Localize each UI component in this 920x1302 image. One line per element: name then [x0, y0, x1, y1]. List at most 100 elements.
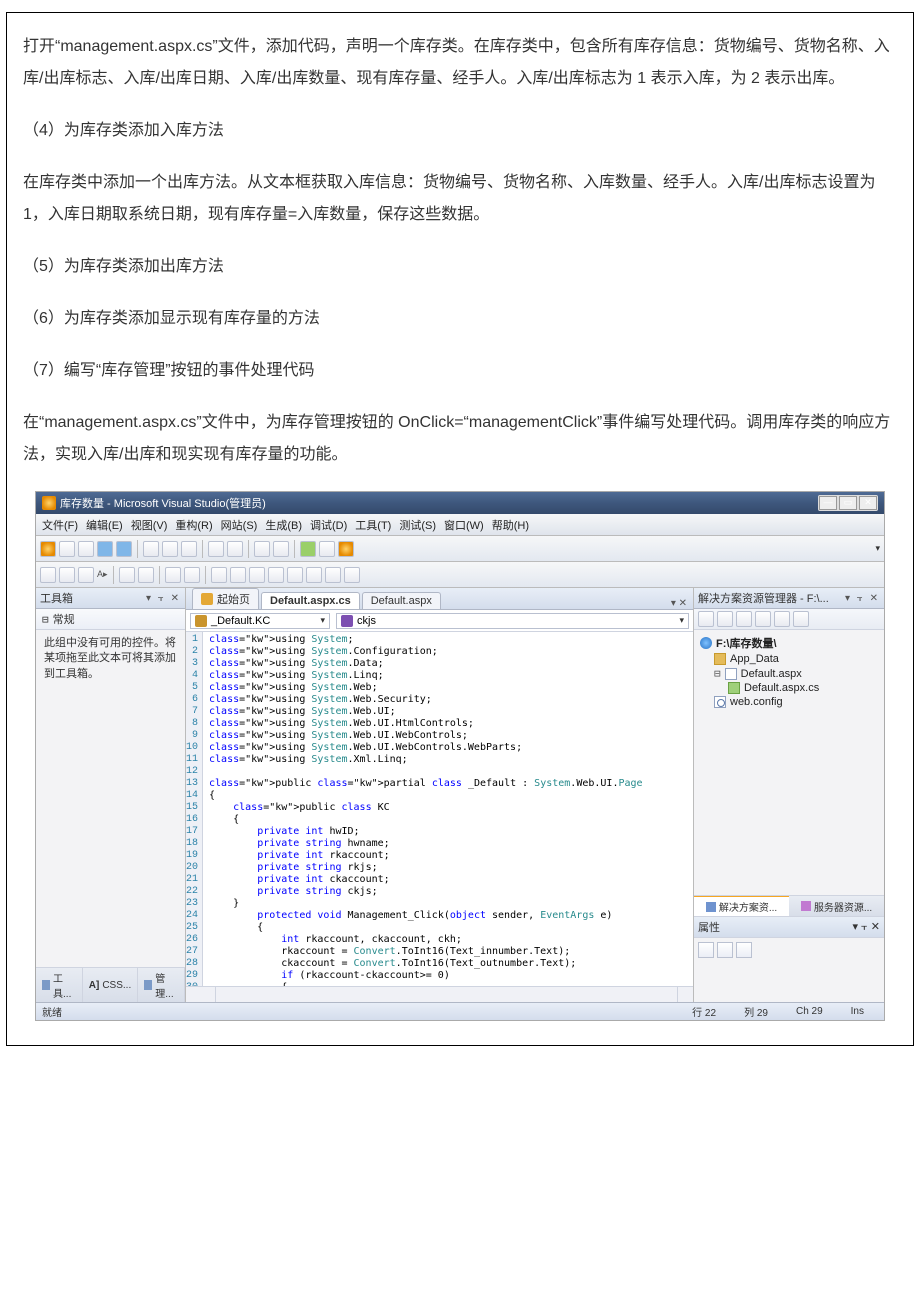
collapse-icon[interactable]: ⊟ — [42, 613, 49, 626]
code-lines[interactable]: class="kw">using System; class="kw">usin… — [203, 632, 693, 986]
tab-default-cs[interactable]: Default.aspx.cs — [261, 592, 360, 609]
solution-explorer-header[interactable]: 解决方案资源管理器 - F:\... ▾ ⫟ ✕ — [694, 588, 884, 609]
properties-icon[interactable] — [698, 611, 714, 627]
properties-pin-controls[interactable]: ▾ ⫟ ✕ — [852, 920, 880, 934]
redo-icon[interactable] — [227, 541, 243, 557]
toolbar-dropdown-icon[interactable]: ▾ — [875, 543, 880, 554]
new-project-icon[interactable] — [40, 541, 56, 557]
alphabetical-icon[interactable] — [717, 942, 733, 958]
find-icon[interactable] — [338, 541, 354, 557]
menu-debug[interactable]: 调试(D) — [310, 517, 347, 533]
copy-icon[interactable] — [162, 541, 178, 557]
solution-tree[interactable]: F:\库存数量\ App_Data ⊟ Default.aspx Default… — [694, 630, 884, 895]
menu-edit[interactable]: 编辑(E) — [86, 517, 123, 533]
document-tab-strip[interactable]: 起始页 Default.aspx.cs Default.aspx ▾ ✕ — [186, 588, 693, 610]
chevron-down-icon[interactable]: ▾ — [320, 615, 325, 626]
menu-view[interactable]: 视图(V) — [131, 517, 168, 533]
indent-icon[interactable] — [138, 567, 154, 583]
menu-tools[interactable]: 工具(T) — [355, 517, 391, 533]
toolbox-panel[interactable]: 工具箱 ▾ ⫟ ✕ ⊟ 常规 此组中没有可用的控件。将某项拖至此文本可将其添加到… — [36, 588, 186, 1002]
status-ins: Ins — [837, 1006, 878, 1017]
copy-website-icon[interactable] — [793, 611, 809, 627]
default-aspx-cs-node[interactable]: Default.aspx.cs — [700, 681, 878, 695]
tab-start-page[interactable]: 起始页 — [192, 588, 259, 609]
save-all-icon[interactable] — [116, 541, 132, 557]
solution-explorer-panel[interactable]: 解决方案资源管理器 - F:\... ▾ ⫟ ✕ F:\库存数量\ — [694, 588, 884, 1002]
add-item-icon[interactable] — [78, 541, 94, 557]
view-code-icon[interactable] — [774, 611, 790, 627]
code-text-area[interactable]: 1 2 3 4 5 6 7 8 9 10 11 12 13 14 15 16 1… — [186, 632, 693, 986]
stop-icon[interactable] — [319, 541, 335, 557]
menu-help[interactable]: 帮助(H) — [492, 517, 529, 533]
cut-icon[interactable] — [143, 541, 159, 557]
properties-header[interactable]: 属性 ▾ ⫟ ✕ — [694, 916, 884, 938]
tb-icon[interactable] — [249, 567, 265, 583]
window-controls[interactable]: — ▭ ✕ — [818, 495, 878, 511]
left-tab-manage[interactable]: 管理... — [138, 968, 185, 1002]
outdent-icon[interactable] — [119, 567, 135, 583]
categorized-icon[interactable] — [698, 942, 714, 958]
default-aspx-node[interactable]: ⊟ Default.aspx — [700, 666, 878, 681]
uncomment-icon[interactable] — [184, 567, 200, 583]
solution-explorer-toolbar[interactable] — [694, 609, 884, 630]
tb-icon[interactable] — [325, 567, 341, 583]
project-root-label: F:\库存数量\ — [716, 635, 777, 651]
toolbox-header[interactable]: 工具箱 ▾ ⫟ ✕ — [36, 588, 185, 609]
navigation-bar[interactable]: _Default.KC ▾ ckjs ▾ — [186, 610, 693, 632]
window-titlebar[interactable]: 库存数量 - Microsoft Visual Studio(管理员) — ▭ … — [36, 492, 884, 514]
nav-forward-icon[interactable] — [273, 541, 289, 557]
menu-build[interactable]: 生成(B) — [265, 517, 302, 533]
nav-back-icon[interactable] — [254, 541, 270, 557]
tb-icon[interactable] — [230, 567, 246, 583]
undo-icon[interactable] — [208, 541, 224, 557]
app-data-node[interactable]: App_Data — [700, 652, 878, 666]
minimize-button[interactable]: — — [819, 496, 837, 510]
toolbox-general-group[interactable]: ⊟ 常规 — [36, 609, 185, 630]
properties-toolbar[interactable] — [694, 938, 884, 962]
start-debug-icon[interactable] — [300, 541, 316, 557]
text-editor-toolbar[interactable]: A▸ — [36, 562, 884, 588]
maximize-button[interactable]: ▭ — [839, 496, 857, 510]
menu-website[interactable]: 网站(S) — [221, 517, 258, 533]
menu-file[interactable]: 文件(F) — [42, 517, 78, 533]
tab-solution-explorer[interactable]: 解决方案资... — [694, 896, 789, 916]
toolbox-pin-controls[interactable]: ▾ ⫟ ✕ — [146, 593, 181, 604]
menu-window[interactable]: 窗口(W) — [444, 517, 484, 533]
nest-icon[interactable] — [736, 611, 752, 627]
standard-toolbar[interactable]: ▾ — [36, 536, 884, 562]
tb-icon[interactable] — [78, 567, 94, 583]
paste-icon[interactable] — [181, 541, 197, 557]
web-config-node[interactable]: web.config — [700, 695, 878, 709]
tb-icon[interactable] — [287, 567, 303, 583]
expand-icon[interactable]: ⊟ — [714, 667, 721, 680]
project-root-node[interactable]: F:\库存数量\ — [700, 634, 878, 652]
member-selector[interactable]: ckjs ▾ — [336, 613, 689, 629]
menu-refactor[interactable]: 重构(R) — [175, 517, 212, 533]
tab-strip-controls[interactable]: ▾ ✕ — [671, 598, 687, 609]
left-tab-toolbox[interactable]: 工具... — [36, 968, 83, 1002]
right-lower-tab-strip[interactable]: 解决方案资... 服务器资源... — [694, 895, 884, 916]
tab-server-explorer[interactable]: 服务器资源... — [789, 896, 884, 916]
tab-default-aspx[interactable]: Default.aspx — [362, 592, 441, 609]
tb-icon[interactable] — [40, 567, 56, 583]
tb-icon[interactable] — [268, 567, 284, 583]
left-bottom-tab-strip[interactable]: 工具... A]CSS... 管理... — [36, 967, 185, 1002]
open-icon[interactable] — [59, 541, 75, 557]
horizontal-scrollbar[interactable] — [216, 987, 677, 1002]
refresh-icon[interactable] — [717, 611, 733, 627]
tb-icon[interactable] — [344, 567, 360, 583]
tb-icon[interactable] — [306, 567, 322, 583]
solution-explorer-pin-controls[interactable]: ▾ ⫟ ✕ — [845, 593, 880, 604]
chevron-down-icon[interactable]: ▾ — [679, 615, 684, 626]
left-tab-css[interactable]: A]CSS... — [83, 968, 138, 1002]
menu-test[interactable]: 测试(S) — [399, 517, 436, 533]
show-all-icon[interactable] — [755, 611, 771, 627]
bookmark-icon[interactable] — [211, 567, 227, 583]
tb-icon[interactable] — [59, 567, 75, 583]
class-selector[interactable]: _Default.KC ▾ — [190, 613, 330, 629]
close-button[interactable]: ✕ — [859, 496, 877, 510]
save-icon[interactable] — [97, 541, 113, 557]
property-pages-icon[interactable] — [736, 942, 752, 958]
menu-bar[interactable]: 文件(F) 编辑(E) 视图(V) 重构(R) 网站(S) 生成(B) 调试(D… — [36, 514, 884, 536]
comment-icon[interactable] — [165, 567, 181, 583]
